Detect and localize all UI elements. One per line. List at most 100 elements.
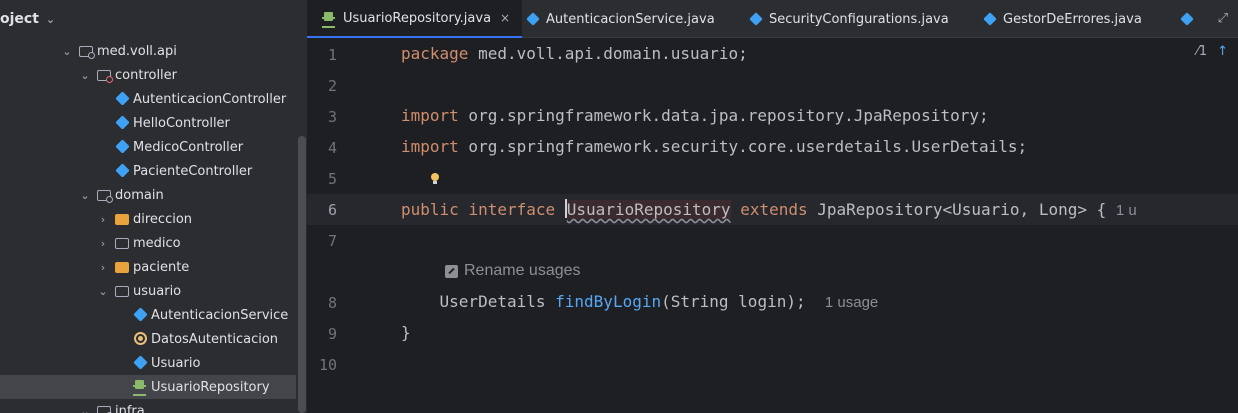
package-icon xyxy=(97,404,113,413)
editor: UsuarioRepository.java × AutenticacionSe… xyxy=(307,0,1238,413)
code-line-6[interactable]: public interface UsuarioRepository exten… xyxy=(401,199,1137,219)
closing-brace: } xyxy=(401,323,411,342)
class-icon xyxy=(749,12,763,26)
line-number: 9 xyxy=(327,325,337,343)
class-icon xyxy=(1180,12,1194,26)
tree-item-label: DatosAutenticacion xyxy=(151,331,279,347)
tree-item[interactable]: UsuarioRepository xyxy=(0,375,296,399)
code-line-8[interactable]: UserDetails findByLogin(String login); 1… xyxy=(401,292,879,311)
class-icon xyxy=(526,12,540,26)
tab-label: SecurityConfigurations.java xyxy=(769,11,949,27)
keyword: import xyxy=(401,137,459,156)
code-line-4[interactable]: import org.springframework.security.core… xyxy=(401,137,1027,156)
keyword: import xyxy=(401,106,459,125)
code-line-9[interactable]: } xyxy=(401,323,411,342)
line-number: 6 xyxy=(327,201,337,219)
class-icon xyxy=(115,115,130,130)
tree-item[interactable]: › direccion xyxy=(0,207,296,231)
tree-item[interactable]: › medico xyxy=(0,231,296,255)
chevron-down-icon[interactable]: ⌄ xyxy=(79,405,91,413)
line-number: 2 xyxy=(327,77,337,95)
project-panel: oject ⌄ ⌄ med.voll.api ⌄ controller Autentic… xyxy=(0,0,307,413)
inspection-widget[interactable]: ⁄1 ↑ xyxy=(1197,44,1228,59)
chevron-down-icon[interactable]: ⌄ xyxy=(79,69,91,82)
lightbulb-icon[interactable] xyxy=(428,171,442,187)
class-icon xyxy=(983,12,997,26)
keyword: interface xyxy=(468,200,556,219)
tree-item[interactable]: AutenticacionService xyxy=(0,303,296,327)
tree-item-label: AutenticacionService xyxy=(151,307,289,323)
chevron-down-icon[interactable]: ⌄ xyxy=(79,189,91,202)
line-number: 8 xyxy=(327,294,337,312)
interface-icon xyxy=(322,11,336,28)
tab-autenticacion-service[interactable]: AutenticacionService.java xyxy=(526,0,715,38)
maximize-icon[interactable]: ⤢ xyxy=(1218,11,1228,26)
project-scrollbar[interactable] xyxy=(298,136,306,413)
tree-item-label: Usuario xyxy=(151,355,201,371)
interface-name: UsuarioRepository xyxy=(566,200,731,219)
rename-usages-hint[interactable]: Rename usages xyxy=(445,262,581,280)
line-number: 1 xyxy=(327,46,337,64)
tree-item-label: domain xyxy=(115,187,164,203)
tree-item-label: paciente xyxy=(133,259,190,275)
code-line-1[interactable]: package med.voll.api.domain.usuario; xyxy=(401,44,748,63)
tab-overflow[interactable] xyxy=(1180,0,1200,38)
line-number: 5 xyxy=(327,170,337,188)
tree-item[interactable]: PacienteController xyxy=(0,159,296,183)
package-icon xyxy=(79,44,95,59)
keyword: package xyxy=(401,44,469,63)
tree-item[interactable]: Usuario xyxy=(0,351,296,375)
tab-label: GestorDeErrores.java xyxy=(1003,11,1142,27)
usage-hint[interactable]: 1 u xyxy=(1116,202,1137,219)
tree-item-label: infra xyxy=(115,403,145,413)
chevron-down-icon[interactable]: ⌄ xyxy=(97,285,109,298)
folder-icon xyxy=(115,212,129,226)
chevron-right-icon[interactable]: › xyxy=(97,261,109,274)
code-line-3[interactable]: import org.springframework.data.jpa.repo… xyxy=(401,106,989,125)
tab-label: UsuarioRepository.java xyxy=(343,10,492,26)
tree-item[interactable]: AutenticacionController xyxy=(0,87,296,111)
tab-usuario-repository[interactable]: UsuarioRepository.java × xyxy=(307,0,523,38)
package-icon xyxy=(97,68,113,83)
tree-item[interactable]: ⌄ infra xyxy=(0,399,296,413)
class-icon xyxy=(133,307,148,322)
keyword: public xyxy=(401,200,459,219)
tree-item[interactable]: ⌄ usuario xyxy=(0,279,296,303)
tree-item-label: AutenticacionController xyxy=(133,91,287,107)
chevron-down-icon[interactable]: ⌄ xyxy=(46,13,55,26)
project-header[interactable]: oject ⌄ xyxy=(0,0,307,38)
tree-item[interactable]: ⌄ domain xyxy=(0,183,296,207)
package-icon xyxy=(97,188,113,203)
inspection-count: ⁄1 xyxy=(1196,44,1208,59)
tab-security-configurations[interactable]: SecurityConfigurations.java xyxy=(749,0,949,38)
rename-usages-label: Rename usages xyxy=(464,262,581,279)
chevron-right-icon[interactable]: › xyxy=(97,213,109,226)
code-text: med.voll.api.domain.usuario; xyxy=(468,44,748,63)
method-name: findByLogin xyxy=(555,292,662,311)
tree-item[interactable]: HelloController xyxy=(0,111,296,135)
tab-label: AutenticacionService.java xyxy=(546,11,715,27)
keyword: extends xyxy=(740,200,808,219)
project-title: oject xyxy=(0,11,39,27)
record-icon xyxy=(133,332,147,346)
rename-icon xyxy=(445,264,458,278)
tree-item-label: MedicoController xyxy=(133,139,244,155)
tree-item-label: med.voll.api xyxy=(97,43,177,59)
line-number: 3 xyxy=(327,108,337,126)
code-text: (String login); xyxy=(661,292,806,311)
tab-gestor-de-errores[interactable]: GestorDeErrores.java xyxy=(983,0,1142,38)
close-icon[interactable]: × xyxy=(500,11,510,25)
class-icon xyxy=(115,91,130,106)
tree-item[interactable]: MedicoController xyxy=(0,135,296,159)
tree-item[interactable]: › paciente xyxy=(0,255,296,279)
arrow-up-icon[interactable]: ↑ xyxy=(1217,44,1228,59)
tree-item[interactable]: DatosAutenticacion xyxy=(0,327,296,351)
tree-item[interactable]: ⌄ med.voll.api xyxy=(0,39,296,63)
folder-icon xyxy=(115,260,129,274)
chevron-down-icon[interactable]: ⌄ xyxy=(61,45,73,58)
tree-item-label: usuario xyxy=(133,283,182,299)
usage-hint[interactable]: 1 usage xyxy=(825,294,878,311)
tree-item[interactable]: ⌄ controller xyxy=(0,63,296,87)
interface-icon xyxy=(133,380,147,396)
chevron-right-icon[interactable]: › xyxy=(97,237,109,250)
